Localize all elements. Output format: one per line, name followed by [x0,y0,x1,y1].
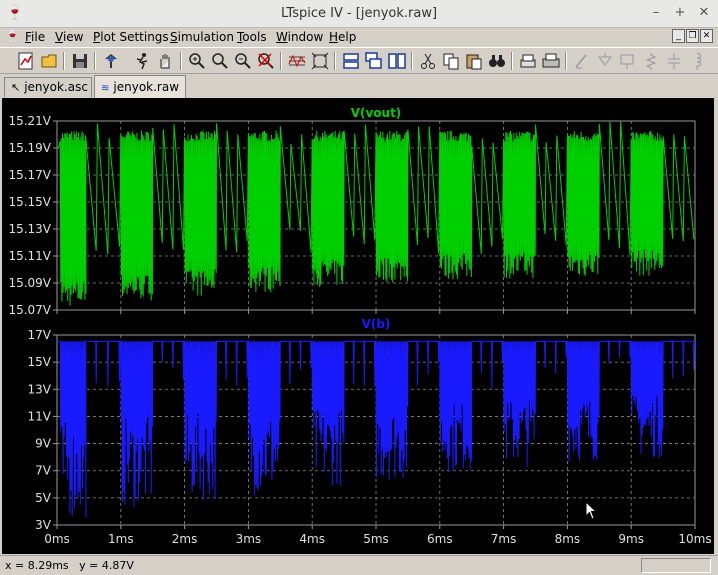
y-tick-label: 13V [28,382,52,396]
zoom-in-icon[interactable] [187,51,207,71]
tab-jenyok-raw[interactable]: ≋ jenyok.raw [94,75,186,98]
halt-icon[interactable] [155,51,175,71]
y-readout: y = 4.87V [79,559,134,572]
schematic-icon: ↖ [11,81,21,94]
label-net-icon [620,54,634,69]
print-setup-icon[interactable] [518,51,538,71]
minimize-icon[interactable]: – [648,5,664,21]
maximize-icon[interactable]: + [672,5,688,21]
tab-bar: ↖ jenyok.asc ≋ jenyok.raw [0,75,718,98]
y-tick-label: 15.07V [8,303,51,317]
menu-help[interactable]: Help [329,30,356,44]
capacitor-icon [668,53,680,69]
copy-icon[interactable] [441,51,461,71]
toolbar [0,47,718,74]
zoom-full-icon[interactable] [210,51,230,71]
waveform-viewer[interactable]: V(vout) 15.21V 15.19V 15.17V 15.15V 15.13V 15.… [2,98,714,554]
save-icon[interactable] [70,51,90,71]
y-tick-label: 11V [28,409,52,423]
tab-jenyok-asc[interactable]: ↖ jenyok.asc [4,77,92,97]
y-tick-label: 15.09V [8,276,51,290]
zoom-out-icon[interactable] [233,51,253,71]
run-icon[interactable] [132,51,152,71]
y-tick-label: 5V [35,491,52,505]
cut-icon[interactable] [418,51,438,71]
x-tick-label: 5ms [363,532,389,546]
menu-view[interactable]: View [55,30,83,44]
mouse-cursor-icon [585,500,599,521]
status-panel [641,558,711,573]
ground-icon [598,53,612,66]
x-readout: x = 8.29ms [5,559,69,572]
y-tick-label: 3V [35,518,52,532]
tile-horizontal-icon[interactable] [341,51,361,71]
x-tick-label: 0ms [44,532,70,546]
trace-vb [58,340,695,518]
mdi-app-icon[interactable]: 🍷 [5,29,20,43]
plot-canvas[interactable]: V(vout) 15.21V 15.19V 15.17V 15.15V 15.13V 15.… [2,98,714,554]
cascade-icon[interactable] [364,51,384,71]
print-icon[interactable] [541,51,561,71]
fit-icon[interactable] [310,51,330,71]
new-schematic-icon[interactable] [16,51,36,71]
status-bar: x = 8.29ms y = 4.87V [0,555,718,575]
y-tick-label: 15.19V [8,141,51,155]
y-tick-label: 15.17V [8,168,51,182]
title-bar: 🍷 LTspice IV - [jenyok.raw] – + ✕ [0,0,718,28]
control-panel-icon[interactable] [101,51,121,71]
zoom-cancel-icon[interactable] [256,51,276,71]
waveform-icon: ≋ [101,83,110,94]
x-tick-label: 2ms [172,532,198,546]
menu-tools[interactable]: Tools [237,30,267,44]
pane-title: V(vout) [351,106,402,120]
tile-vertical-icon[interactable] [387,51,407,71]
y-tick-label: 7V [35,464,52,478]
menu-window[interactable]: Window [276,30,323,44]
autorange-icon[interactable] [287,51,307,71]
tab-label: jenyok.raw [113,80,180,94]
mdi-minimize-icon[interactable]: _ [672,29,685,43]
menu-bar: 🍷 File View Plot Settings Simulation Too… [0,28,718,47]
y-tick-label: 15.13V [8,222,51,236]
x-tick-label: 6ms [427,532,453,546]
resistor-icon [645,53,657,70]
x-tick-label: 7ms [491,532,517,546]
mdi-restore-icon[interactable]: ❐ [686,29,699,43]
y-tick-label: 15V [28,355,52,369]
find-icon[interactable] [487,51,507,71]
wire-icon [575,54,587,69]
x-tick-label: 8ms [555,532,581,546]
window-title: LTspice IV - [jenyok.raw] [280,6,438,21]
tab-label: jenyok.asc [24,80,88,94]
pane-title: V(b) [362,317,391,331]
close-icon[interactable]: ✕ [696,5,712,21]
x-tick-label: 9ms [618,532,644,546]
x-tick-label: 3ms [236,532,262,546]
paste-icon[interactable] [464,51,484,71]
y-tick-label: 9V [35,437,52,451]
y-tick-label: 15.15V [8,195,51,209]
cursor-readout: x = 8.29ms y = 4.87V [5,559,134,572]
menu-simulation[interactable]: Simulation [170,30,234,44]
y-tick-label: 15.21V [8,114,51,128]
x-tick-label: 10ms [678,532,711,546]
y-tick-label: 17V [28,328,52,342]
open-icon[interactable] [40,51,60,71]
inductor-icon [696,52,702,70]
y-tick-label: 15.11V [8,249,51,263]
mdi-close-icon[interactable]: ✕ [700,29,713,43]
menu-file[interactable]: File [25,30,45,44]
x-tick-label: 4ms [299,532,325,546]
menu-plot-settings[interactable]: Plot Settings [93,30,169,44]
x-tick-label: 1ms [108,532,134,546]
